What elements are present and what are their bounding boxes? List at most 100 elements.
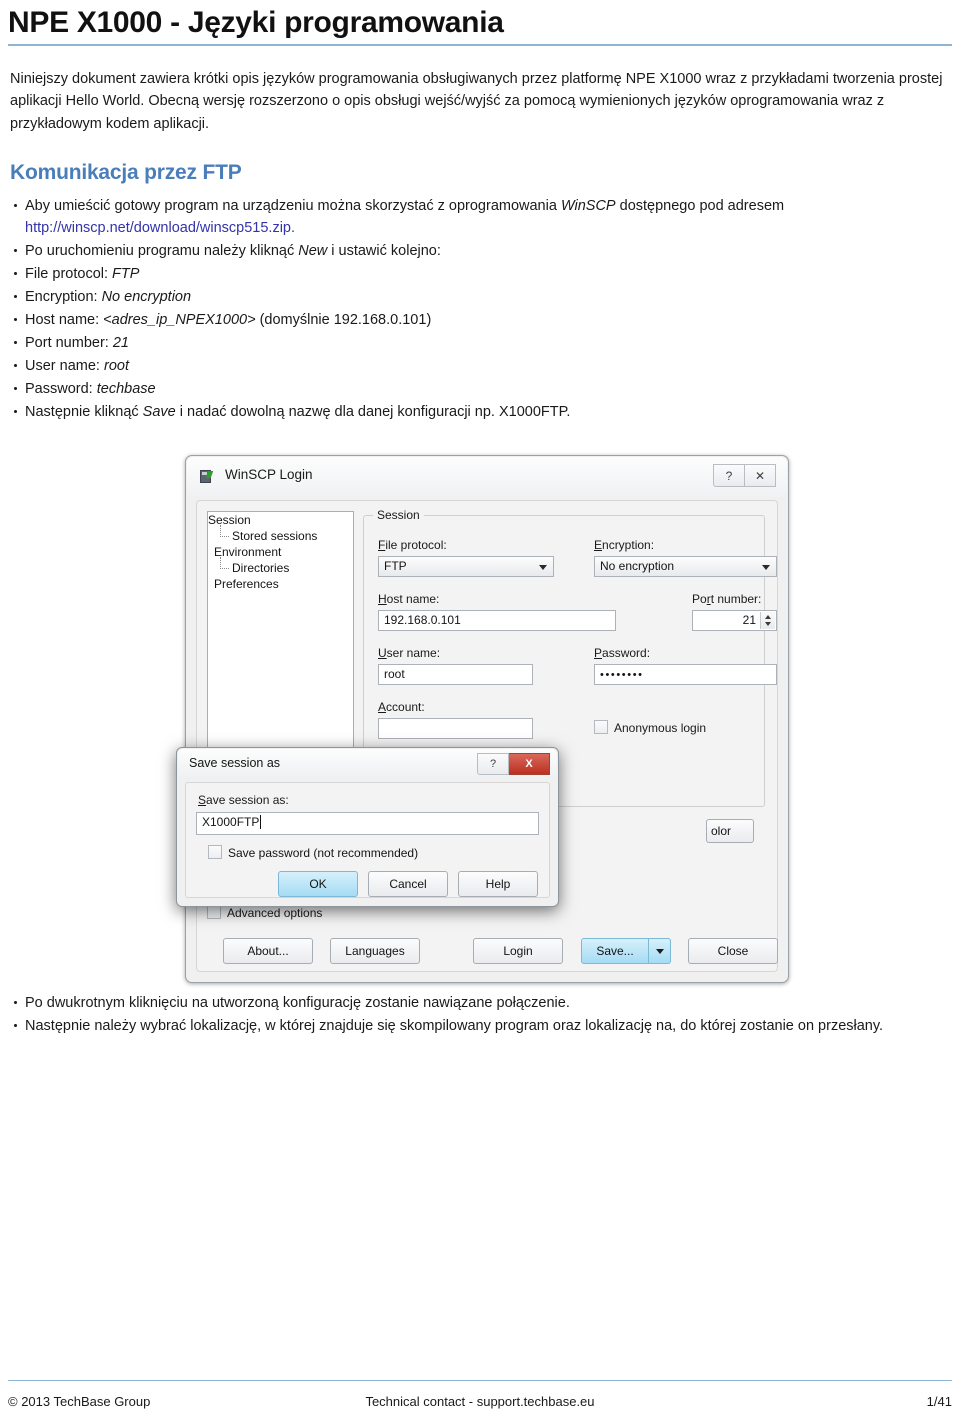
- encryption-value: No encryption: [600, 559, 675, 574]
- bullet-1-text-post: dostępnego pod adresem: [615, 198, 785, 214]
- winscp-app-icon: [200, 467, 217, 484]
- save-session-name-input[interactable]: X1000FTP: [196, 812, 539, 836]
- close-icon[interactable]: ✕: [745, 464, 776, 488]
- chevron-down-icon: [655, 948, 664, 954]
- help-icon[interactable]: ?: [477, 753, 509, 776]
- save-dropdown-button[interactable]: [649, 938, 671, 965]
- port-number-label: Port number:: [692, 592, 762, 607]
- bullet-3-label: File protocol:: [25, 266, 113, 283]
- tree-item-stored-sessions[interactable]: Stored sessions: [208, 525, 353, 544]
- anonymous-login-checkbox[interactable]: Anonymous login: [594, 720, 706, 735]
- save-password-checkbox[interactable]: Save password (not recommended): [208, 845, 418, 860]
- save-session-dialog: Save session as ? X Save session as: X10…: [176, 747, 559, 908]
- bullet-9-text-pre: Następnie kliknąć: [25, 404, 143, 421]
- checkbox-icon: [594, 720, 608, 735]
- list-item: Host name: <adres_ip_NPEX1000> (domyślni…: [10, 309, 952, 331]
- footer-copyright: © 2013 TechBase Group: [8, 1394, 151, 1409]
- account-label: Account:: [378, 700, 425, 715]
- winscp-screenshot-figure: WinSCP Login ? ✕ Session Stored sessions…: [8, 447, 952, 992]
- save-dialog-titlebar-buttons: ? X: [477, 753, 550, 776]
- about-button[interactable]: About...: [223, 938, 313, 965]
- footer-divider: [8, 1380, 952, 1381]
- save-session-field-label: Save session as:: [198, 793, 289, 808]
- list-item: User name: root: [10, 355, 952, 377]
- color-button-label: olor: [711, 824, 732, 839]
- close-button[interactable]: Close: [688, 938, 778, 965]
- intro-paragraph: Niniejszy dokument zawiera krótki opis j…: [10, 70, 943, 132]
- document-page: NPE X1000 - Języki programowania Niniejs…: [0, 0, 960, 1417]
- ok-button[interactable]: OK: [278, 871, 358, 898]
- file-protocol-value: FTP: [384, 559, 407, 574]
- page-footer: © 2013 TechBase Group Technical contact …: [8, 1394, 952, 1409]
- password-value: ••••••••: [600, 669, 644, 682]
- save-dialog-content: Save session as: X1000FTP Save password …: [185, 782, 550, 899]
- title-divider: [8, 43, 952, 46]
- bullet-4-value: No encryption: [101, 289, 192, 306]
- cancel-button[interactable]: Cancel: [368, 871, 448, 898]
- color-button[interactable]: olor: [706, 819, 754, 844]
- page-title: NPE X1000 - Języki programowania: [8, 6, 504, 39]
- checkbox-icon: [207, 905, 221, 920]
- list-item: File protocol: FTP: [10, 263, 952, 285]
- winscp-download-link[interactable]: http://winscp.net/download/winscp515.zip: [25, 220, 291, 236]
- help-button[interactable]: Help: [458, 871, 538, 898]
- save-button[interactable]: Save...: [581, 938, 649, 965]
- tree-item-environment[interactable]: Environment: [208, 544, 353, 560]
- anonymous-login-label: Anonymous login: [614, 721, 707, 736]
- bullet-6-label: Port number:: [25, 335, 113, 352]
- section-heading-ftp: Komunikacja przez FTP: [10, 161, 242, 184]
- bullet-2-text-pre: Po uruchomieniu programu należy kliknąć: [25, 243, 299, 260]
- bullet-5-default: (domyślnie 192.168.0.101): [255, 312, 432, 329]
- spinner-arrows-icon[interactable]: [760, 612, 775, 630]
- close-icon[interactable]: X: [509, 753, 550, 776]
- winscp-window-title: WinSCP Login: [225, 467, 313, 483]
- bullet-7-value: root: [103, 358, 129, 375]
- login-button[interactable]: Login: [473, 938, 563, 965]
- advanced-options-checkbox[interactable]: Advanced options: [207, 905, 322, 920]
- user-name-value: root: [384, 667, 405, 682]
- footer-contact: Technical contact - support.techbase.eu: [365, 1394, 595, 1409]
- port-number-value: 21: [742, 613, 756, 628]
- bullet-8-value: techbase: [96, 381, 156, 398]
- advanced-options-label: Advanced options: [227, 906, 323, 921]
- tree-item-session[interactable]: Session: [208, 512, 353, 528]
- bullet-1-text-pre: Aby umieścić gotowy program na urządzeni…: [25, 198, 561, 214]
- bullet-5-value: <adres_ip_NPEX1000>: [103, 312, 256, 329]
- list-item: Aby umieścić gotowy program na urządzeni…: [10, 195, 952, 239]
- file-protocol-select[interactable]: FTP: [378, 556, 554, 578]
- bullet-8-label: Password:: [25, 381, 97, 398]
- list-item: Po uruchomieniu programu należy kliknąć …: [10, 240, 952, 262]
- file-protocol-label: FFile protocol:ile protocol:: [378, 538, 447, 553]
- list-item: Encryption: No encryption: [10, 286, 952, 308]
- bullet-7-label: User name:: [25, 358, 104, 375]
- save-password-label: Save password (not recommended): [228, 846, 419, 861]
- port-number-stepper[interactable]: 21: [692, 610, 777, 632]
- list-item: Password: techbase: [10, 378, 952, 400]
- encryption-label: Encryption:: [594, 538, 655, 553]
- languages-button[interactable]: Languages: [330, 938, 420, 965]
- checkbox-icon: [208, 845, 222, 860]
- winscp-titlebar: WinSCP Login: [200, 467, 313, 484]
- bullet-5-label: Host name:: [25, 312, 104, 329]
- account-input[interactable]: [378, 718, 533, 740]
- user-name-input[interactable]: root: [378, 664, 533, 686]
- password-input[interactable]: ••••••••: [594, 664, 777, 686]
- list-item: Po dwukrotnym kliknięciu na utworzoną ko…: [10, 992, 952, 1014]
- bullet-6-value: 21: [112, 335, 129, 352]
- host-name-input[interactable]: 192.168.0.101: [378, 610, 616, 632]
- tree-item-directories[interactable]: Directories: [208, 557, 353, 576]
- save-session-name-value: X1000FTP: [202, 815, 260, 830]
- password-label: Password:: [594, 646, 651, 661]
- session-groupbox-title: Session: [373, 508, 424, 523]
- host-name-value: 192.168.0.101: [384, 613, 461, 628]
- encryption-select[interactable]: No encryption: [594, 556, 777, 578]
- ftp-steps-list: Aby umieścić gotowy program na urządzeni…: [8, 195, 952, 423]
- help-icon[interactable]: ?: [713, 464, 745, 488]
- user-name-label: User name:: [378, 646, 441, 661]
- tree-item-preferences[interactable]: Preferences: [208, 576, 353, 592]
- bullet-2-new-keyword: New: [298, 243, 328, 260]
- chevron-down-icon: [539, 565, 547, 571]
- bullet-9-text-post: i nadać dowolną nazwę dla danej konfigur…: [175, 404, 571, 421]
- list-item: Następnie należy wybrać lokalizację, w k…: [10, 1015, 952, 1037]
- list-item: Następnie kliknąć Save i nadać dowolną n…: [10, 401, 952, 423]
